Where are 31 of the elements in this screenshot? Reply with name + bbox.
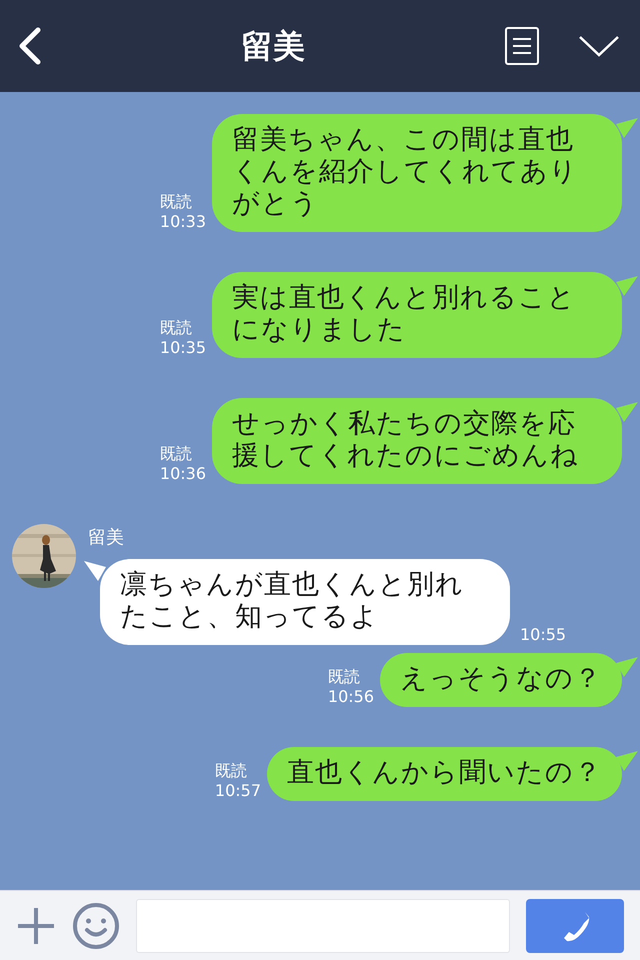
note-icon[interactable] bbox=[504, 26, 540, 66]
plus-icon[interactable] bbox=[16, 906, 56, 946]
message-bubble: 留美ちゃん、この間は直也くんを紹介してくれてありがとう bbox=[212, 114, 622, 232]
message-bubble: 凛ちゃんが直也くんと別れたこと、知ってるよ bbox=[100, 559, 510, 645]
message-bubble: 直也くんから聞いたの？ bbox=[267, 747, 622, 801]
call-button[interactable] bbox=[526, 898, 624, 952]
message-time: 10:57 bbox=[214, 781, 261, 801]
message-time: 10:55 bbox=[520, 625, 566, 645]
bubble-tail bbox=[616, 657, 638, 677]
bubble-tail bbox=[616, 276, 638, 296]
message-time: 10:33 bbox=[160, 212, 206, 232]
read-receipt: 既読 bbox=[328, 667, 361, 687]
bubble-tail bbox=[616, 118, 638, 138]
message-time: 10:56 bbox=[328, 687, 374, 707]
message-field[interactable] bbox=[136, 898, 510, 952]
message-time: 10:35 bbox=[160, 338, 206, 358]
message-time: 10:36 bbox=[160, 464, 206, 484]
read-receipt: 既読 bbox=[160, 444, 193, 464]
bubble-tail bbox=[616, 751, 638, 771]
emoji-icon[interactable] bbox=[72, 902, 120, 950]
message-bubble: せっかく私たちの交際を応援してくれたのにごめんね bbox=[212, 398, 622, 484]
bubble-tail bbox=[84, 561, 106, 581]
read-receipt: 既読 bbox=[214, 761, 248, 781]
message-bubble: 実は直也くんと別れることになりました bbox=[212, 272, 622, 358]
sender-name: 留美 bbox=[88, 526, 125, 550]
bubble-tail bbox=[616, 402, 638, 422]
read-receipt: 既読 bbox=[160, 192, 193, 212]
read-receipt: 既読 bbox=[160, 318, 193, 338]
message-bubble: えっそうなの？ bbox=[380, 653, 622, 707]
chevron-down-icon[interactable] bbox=[578, 34, 620, 58]
chat-title: 留美 bbox=[241, 27, 305, 65]
